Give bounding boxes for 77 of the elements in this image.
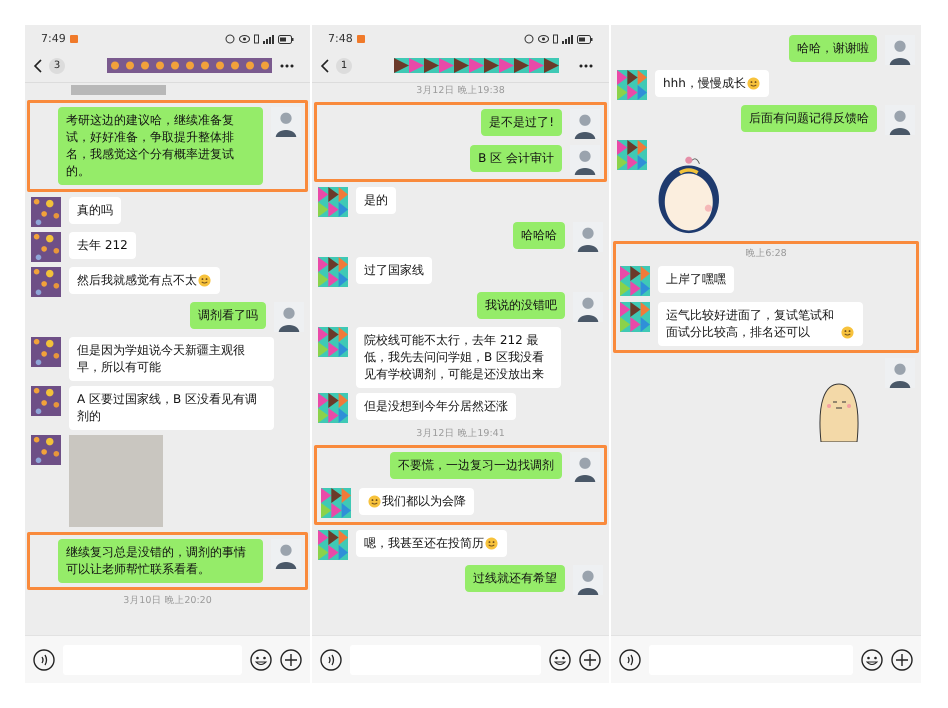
vibrate-icon bbox=[254, 34, 259, 44]
message-text: hhh，慢慢成长 bbox=[663, 75, 746, 92]
message-text: 考研这边的建议哈，继续准备复试，好好准备，争取提升整体排名，我感觉这个分有概率进复试的。 bbox=[66, 112, 235, 180]
message-text: 运气比较好进面了，复试笔试和面试分比较高，排名还可以 bbox=[666, 307, 835, 341]
message-text: 我说的没错吧 bbox=[485, 297, 557, 314]
message-text: 院校线可能不太行，去年 212 最低，我先去问问学姐，B 区我没看见有学校调剂，可能是还没放出来 bbox=[364, 332, 546, 383]
emoji-face-icon[interactable] bbox=[549, 648, 571, 670]
avatar-icon bbox=[620, 266, 650, 296]
avatar-icon bbox=[318, 187, 348, 217]
battery-icon bbox=[278, 34, 294, 44]
timestamp: 3月12日 晚上19:41 bbox=[416, 428, 505, 440]
status-time: 7:48 bbox=[328, 30, 353, 47]
message-text: 是的 bbox=[364, 192, 388, 209]
message-text: 然后我就感觉有点不太 bbox=[77, 272, 197, 289]
back-icon[interactable] bbox=[320, 58, 330, 72]
back-icon[interactable] bbox=[33, 58, 43, 72]
unread-count: 3 bbox=[49, 58, 65, 74]
message-text: 但是没想到今年分居然还涨 bbox=[364, 398, 508, 415]
message-text: 哈哈哈 bbox=[521, 227, 557, 244]
avatar-icon bbox=[31, 197, 61, 227]
plus-icon[interactable] bbox=[280, 648, 302, 670]
avatar-icon bbox=[321, 488, 351, 518]
emoji-icon bbox=[746, 77, 760, 90]
message-text: 过线就还有希望 bbox=[473, 570, 557, 587]
battery-icon bbox=[577, 34, 593, 44]
timestamp: 晚上6:28 bbox=[745, 248, 787, 260]
message-text: 不要慌，一边复习一边找调剂 bbox=[398, 457, 554, 474]
avatar-icon bbox=[31, 435, 61, 465]
avatar-icon bbox=[31, 232, 61, 262]
message-text: 过了国家线 bbox=[364, 262, 424, 279]
eye-icon bbox=[239, 35, 250, 43]
notification-icon bbox=[356, 35, 365, 43]
notification-icon bbox=[70, 35, 78, 43]
plus-icon[interactable] bbox=[891, 648, 913, 670]
message-text: 调剂看了吗 bbox=[198, 307, 258, 324]
message-text: A 区要过国家线，B 区没看见有调剂的 bbox=[77, 391, 258, 425]
avatar-icon bbox=[617, 70, 647, 100]
avatar-icon bbox=[318, 530, 348, 560]
avatar-icon bbox=[31, 337, 61, 367]
message-text: 去年 212 bbox=[77, 237, 128, 254]
avatar-icon bbox=[31, 267, 61, 297]
more-icon[interactable] bbox=[280, 64, 294, 68]
vibrate-icon bbox=[553, 34, 558, 44]
emoji-face-icon[interactable] bbox=[861, 648, 883, 670]
avatar-icon bbox=[617, 140, 647, 170]
unread-count: 1 bbox=[336, 58, 352, 74]
timestamp: 3月10日 晚上20:20 bbox=[123, 595, 212, 607]
emoji-icon bbox=[368, 495, 381, 508]
status-time: 7:49 bbox=[41, 30, 66, 47]
message-text: 嗯，我甚至还在投简历 bbox=[364, 535, 484, 552]
message-text: 后面有问题记得反馈哈 bbox=[749, 110, 869, 127]
emoji-icon bbox=[485, 537, 498, 550]
avatar-icon bbox=[620, 302, 650, 332]
voice-icon[interactable] bbox=[619, 648, 641, 670]
message-text: 哈哈，谢谢啦 bbox=[797, 40, 869, 57]
plus-icon[interactable] bbox=[579, 648, 601, 670]
message-text: 是不是过了! bbox=[489, 114, 554, 131]
signal-icon bbox=[263, 34, 274, 44]
timestamp: 3月12日 晚上19:38 bbox=[416, 85, 505, 97]
message-text: 上岸了嘿嘿 bbox=[666, 271, 726, 288]
voice-icon[interactable] bbox=[320, 648, 342, 670]
more-icon[interactable] bbox=[579, 64, 593, 68]
message-text: 我们都以为会降 bbox=[382, 493, 466, 510]
avatar-icon bbox=[31, 386, 61, 416]
emoji-icon bbox=[841, 326, 854, 339]
emoji-icon bbox=[198, 274, 211, 287]
message-text: B 区 会计审计 bbox=[478, 150, 554, 167]
avatar-icon bbox=[318, 257, 348, 287]
message-text: 真的吗 bbox=[77, 202, 113, 219]
signal-icon bbox=[562, 34, 573, 44]
message-text: 继续复习总是没错的，调剂的事情可以让老师帮忙联系看看。 bbox=[66, 544, 247, 578]
emoji-face-icon[interactable] bbox=[250, 648, 272, 670]
avatar-icon bbox=[318, 393, 348, 423]
eye-icon bbox=[538, 35, 549, 43]
voice-icon[interactable] bbox=[33, 648, 55, 670]
avatar-icon bbox=[318, 327, 348, 357]
message-text: 但是因为学姐说今天新疆主观很早，所以有可能 bbox=[77, 342, 246, 376]
